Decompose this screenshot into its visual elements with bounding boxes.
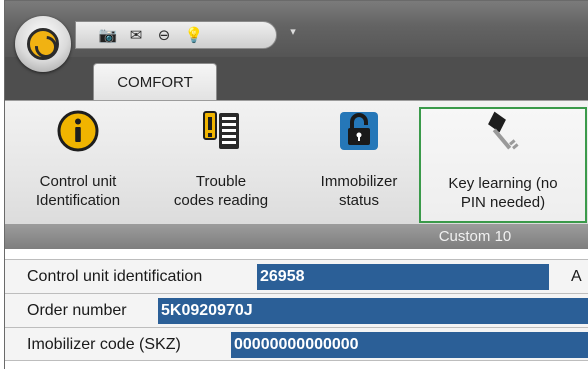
button-label: Trouble codes reading [173,173,269,209]
mail-icon[interactable]: ✉ [126,26,146,44]
ribbon-group-bar: Custom 10 [5,224,588,249]
field-value: 5K0920970J [158,298,588,324]
field-value: 00000000000000 [231,332,588,358]
trouble-codes-icon [203,111,239,149]
field-label: Control unit identification [27,268,203,285]
control-unit-identification-button[interactable]: Control unit Identification [15,109,141,223]
field-value: 26958 [257,264,549,290]
field-row-imobilizer-code: Imobilizer code (SKZ) 00000000000000 [5,327,588,361]
tab-comfort[interactable]: COMFORT [93,63,217,101]
ribbon-group-label: Custom 10 [438,228,512,245]
quick-access-toolbar: 📷 ✉ ⊖ 💡 [75,21,277,49]
button-label: Control unit Identification [35,173,121,209]
field-label: Imobilizer code (SKZ) [27,336,181,353]
field-extra-label: A [571,268,582,285]
ribbon: Control unit Identification Trouble codes … [5,100,588,224]
quick-access-dropdown-icon[interactable]: ▾ [287,25,299,43]
button-label: Immobilizer status [320,173,398,209]
immobilizer-status-button[interactable]: Immobilizer status [301,109,417,223]
info-icon [57,110,99,152]
lightbulb-icon[interactable]: 💡 [184,26,204,44]
field-row-control-unit-identification: Control unit identification 26958 A [5,259,588,293]
field-row-order-number: Order number 5K0920970J [5,293,588,327]
key-icon [488,111,519,150]
identification-fields: Control unit identification 26958 A Orde… [5,259,588,361]
trouble-codes-reading-button[interactable]: Trouble codes reading [153,109,289,223]
app-window: 📷 ✉ ⊖ 💡 ▾ COMFORT Control unit Identifica… [4,0,588,369]
key-learning-button[interactable]: Key learning (no PIN needed) [419,107,587,223]
camera-icon[interactable]: 📷 [98,26,118,44]
app-logo-icon [27,28,59,60]
application-menu-button[interactable] [15,16,71,72]
button-label: Key learning (no PIN needed) [448,175,558,211]
field-label: Order number [27,302,127,319]
padlock-icon [340,112,378,150]
minus-circle-icon[interactable]: ⊖ [154,26,174,44]
